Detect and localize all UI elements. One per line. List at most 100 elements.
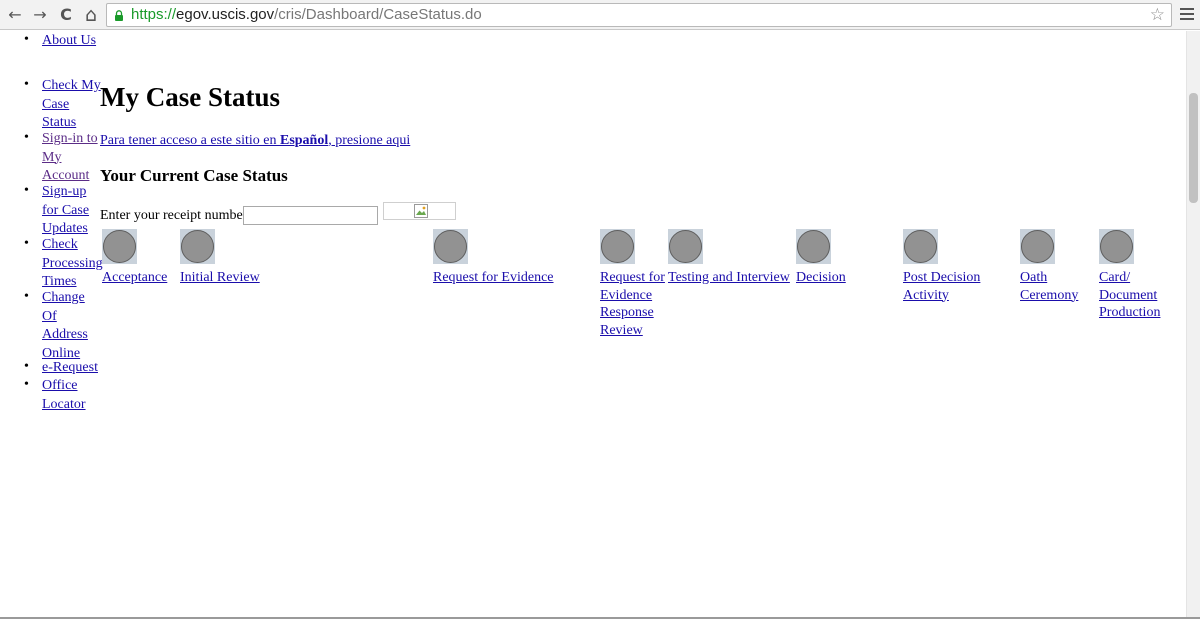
e-request-link[interactable]: e-Request [42,360,98,375]
stage-circle-icon [1021,230,1054,263]
stage-card-production-link[interactable]: Card/ Document Production [1099,269,1160,322]
link-line: Case [42,96,70,112]
link-line: Oath [1020,270,1048,285]
processing-times-link[interactable]: Check Processing Times [42,237,103,289]
receipt-number-label: Enter your receipt number [100,208,248,223]
stage-circle-icon [103,230,136,263]
stage-circle-icon [904,230,937,263]
link-line: Request for Evidence [433,270,554,285]
bookmark-star-icon[interactable]: ☆ [1150,5,1165,25]
link-line: Sign-in to [42,131,98,146]
stage-indicator [1020,229,1055,264]
office-locator-link[interactable]: Office Locator [42,378,86,412]
stage-circle-icon [434,230,467,263]
list-bullet: • [24,377,29,392]
stage-decision-link[interactable]: Decision [796,269,846,287]
link-line: e-Request [42,360,98,375]
link-line: Change [42,290,85,305]
sign-in-link[interactable]: Sign-in to My Account [42,131,98,183]
spanish-prefix: Para tener acceso a este sitio en [100,133,280,148]
browser-toolbar: ← → C ⌂ https://egov.uscis.gov/cris/Dash… [0,0,1200,30]
nav-item-check-case-status: • Check My Case Status [24,76,101,132]
stage-indicator [903,229,938,264]
link-line: Production [1099,305,1161,320]
link-line: Post Decision [903,270,981,285]
nav-item-sign-up: • Sign-up for Case Updates [24,182,89,238]
check-case-status-link[interactable]: Check My Case Status [42,78,101,130]
vertical-scrollbar[interactable] [1186,31,1200,619]
link-line: My [42,149,62,165]
stage-request-for-evidence-link[interactable]: Request for Evidence [433,269,554,287]
url-text[interactable]: https://egov.uscis.gov/cris/Dashboard/Ca… [131,6,482,24]
list-bullet: • [24,130,29,145]
stage-circle-icon [797,230,830,263]
link-line: for Case [42,202,90,218]
nav-item-processing-times: • Check Processing Times [24,235,103,291]
receipt-number-input[interactable] [243,206,378,225]
stage-indicator [102,229,137,264]
link-line: Processing [42,255,103,271]
link-line: Decision [796,270,846,285]
scrollbar-thumb[interactable] [1189,93,1198,203]
url-path: /cris/Dashboard/CaseStatus.do [274,6,482,23]
stage-evidence-response-review-link[interactable]: Request for Evidence Response Review [600,269,665,339]
link-line: Initial Review [180,270,260,285]
stage-post-decision-link[interactable]: Post Decision Activity [903,269,980,304]
stage-indicator [600,229,635,264]
home-icon[interactable]: ⌂ [80,4,102,26]
list-bullet: • [24,183,29,198]
section-title: Your Current Case Status [100,166,288,185]
stage-indicator [433,229,468,264]
stage-indicator [180,229,215,264]
link-line: Check My [42,78,101,93]
nav-item-change-address: • Change Of Address Online [24,288,88,362]
link-line: Ceremony [1020,287,1079,303]
link-line: Times [42,274,77,289]
spanish-language-link[interactable]: Para tener acceso a este sitio en Españo… [100,132,410,150]
link-line: Updates [42,221,88,236]
nav-item-office-locator: • Office Locator [24,376,86,413]
link-line: Activity [903,287,949,303]
back-icon[interactable]: ← [4,4,26,26]
spanish-bold: Español [279,133,329,148]
link-line: Locator [42,396,86,412]
link-line: Account [42,168,90,183]
link-line: Status [42,115,77,130]
stage-acceptance-link[interactable]: Acceptance [102,269,167,287]
list-bullet: • [24,236,29,251]
list-bullet: • [24,32,29,47]
forward-icon[interactable]: → [29,4,51,26]
link-line: Evidence [600,287,653,303]
link-line: Response [600,305,654,320]
url-scheme: https:// [131,6,177,23]
address-bar[interactable]: https://egov.uscis.gov/cris/Dashboard/Ca… [106,3,1172,27]
change-address-link[interactable]: Change Of Address Online [42,290,88,361]
link-line: Sign-up [42,184,87,199]
link-line: Testing and Interview [668,270,790,285]
stage-initial-review-link[interactable]: Initial Review [180,269,260,287]
link-line: Request for [600,270,665,285]
stage-circle-icon [1100,230,1133,263]
lock-icon [115,10,123,21]
reload-icon[interactable]: C [55,4,77,26]
link-line: Document [1099,287,1158,303]
stage-indicator [796,229,831,264]
nav-item-sign-in: • Sign-in to My Account [24,129,98,185]
stage-circle-icon [181,230,214,263]
link-line: Office [42,378,78,393]
link-line: Of [42,308,57,324]
stage-circle-icon [601,230,634,263]
stage-oath-ceremony-link[interactable]: Oath Ceremony [1020,269,1078,304]
link-line: Check [42,237,78,252]
spanish-suffix: , presione aqui [328,133,411,148]
stage-indicator [1099,229,1134,264]
sign-up-link[interactable]: Sign-up for Case Updates [42,184,89,236]
stage-testing-interview-link[interactable]: Testing and Interview [668,269,790,287]
list-bullet: • [24,77,29,92]
menu-icon[interactable] [1180,8,1194,22]
page-title: My Case Status [100,82,280,112]
list-bullet: • [24,289,29,304]
submit-image-button[interactable] [383,202,456,220]
link-line: Review [600,322,643,338]
about-us-link[interactable]: About Us [42,33,96,48]
